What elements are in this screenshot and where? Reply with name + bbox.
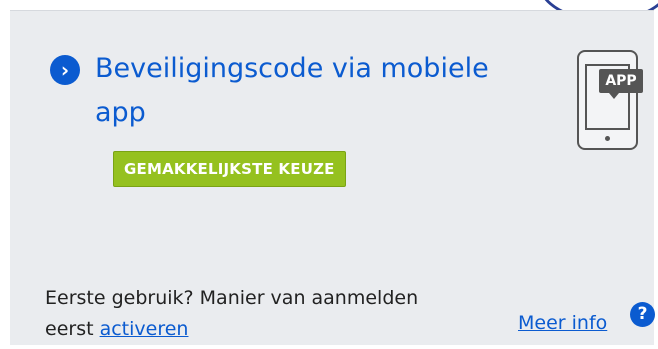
more-info-link[interactable]: Meer info xyxy=(518,308,607,339)
option-title[interactable]: Beveiligingscode via mobiele app xyxy=(95,47,545,135)
mobile-app-icon: APP xyxy=(577,50,643,150)
option-title-line1: Beveiligingscode via mobiele xyxy=(95,53,489,84)
activate-link[interactable]: activeren xyxy=(100,318,189,340)
first-use-text: Eerste gebruik? Manier van aanmelden eer… xyxy=(45,283,495,345)
login-option-card[interactable]: › Beveiligingscode via mobiele app GEMAK… xyxy=(10,10,655,345)
app-bubble: APP xyxy=(599,69,643,99)
chevron-right-icon[interactable]: › xyxy=(50,55,80,85)
option-title-line2: app xyxy=(95,97,146,128)
help-question-icon[interactable]: ? xyxy=(630,302,655,327)
first-use-line1: Eerste gebruik? Manier van aanmelden xyxy=(45,287,419,309)
first-use-prefix: eerst xyxy=(45,318,100,340)
easiest-choice-badge: GEMAKKELIJKSTE KEUZE xyxy=(113,151,346,187)
home-button-dot-icon xyxy=(605,136,610,141)
